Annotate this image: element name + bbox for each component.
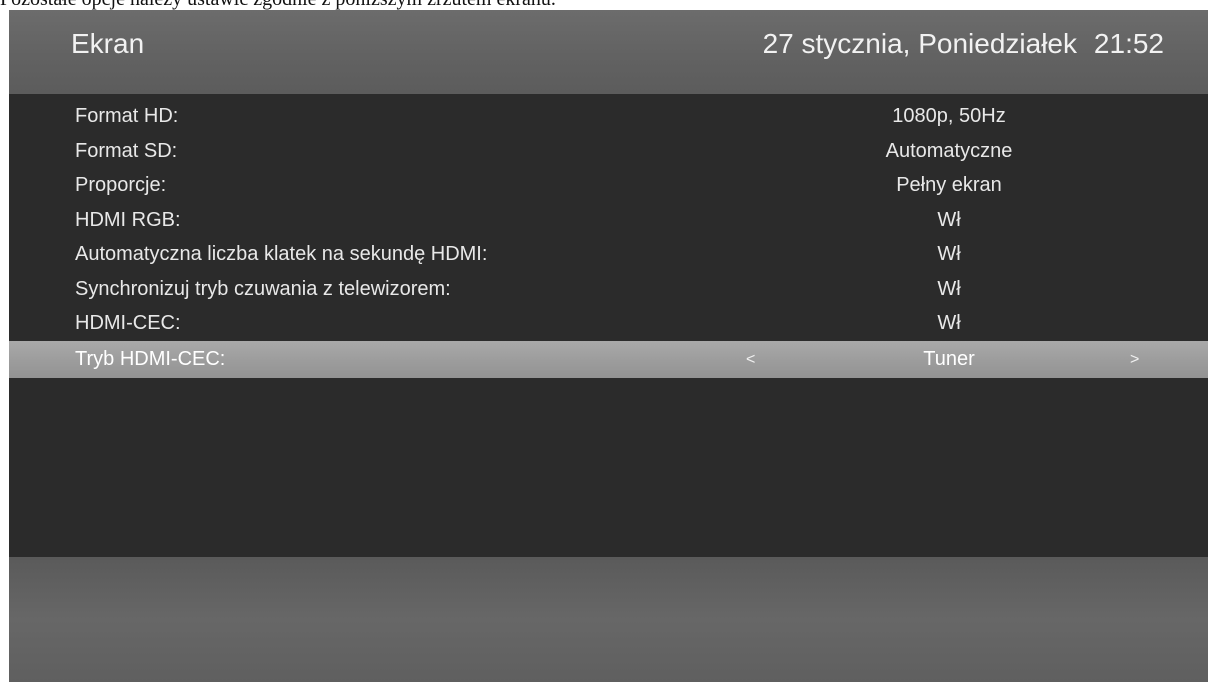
- setting-label: HDMI-CEC:: [75, 312, 181, 334]
- setting-row-hdmi-rgb[interactable]: HDMI RGB: Wł: [9, 203, 1208, 238]
- setting-row-hdmi-cec-mode[interactable]: Tryb HDMI-CEC: < Tuner >: [9, 340, 1208, 378]
- page-title: Ekran: [71, 28, 145, 59]
- setting-label: Tryb HDMI-CEC:: [75, 347, 226, 370]
- date-display: 27 stycznia, Poniedziałek: [762, 28, 1077, 59]
- setting-value: Wł: [937, 243, 961, 265]
- setting-value: Wł: [937, 277, 961, 300]
- setting-row-format-hd[interactable]: Format HD: 1080p, 50Hz: [9, 99, 1208, 134]
- setting-row-hdmi-cec[interactable]: HDMI-CEC: Wł: [9, 306, 1208, 341]
- setting-value: 1080p, 50Hz: [892, 105, 1006, 127]
- setting-label: HDMI RGB:: [75, 208, 181, 231]
- setting-label: Automatyczna liczba klatek na sekundę HD…: [75, 243, 488, 265]
- document-caption: Pozostałe opcje należy ustawić zgodnie z…: [0, 0, 1208, 10]
- setting-row-hdmi-auto-framerate[interactable]: Automatyczna liczba klatek na sekundę HD…: [9, 237, 1208, 272]
- setting-value: Automatyczne: [885, 139, 1013, 162]
- chevron-right-icon[interactable]: >: [1130, 341, 1139, 378]
- setting-label: Proporcje:: [75, 174, 167, 196]
- setting-row-format-sd[interactable]: Format SD: Automatyczne: [9, 134, 1208, 169]
- setting-row-aspect-ratio[interactable]: Proporcje: Pełny ekran: [9, 168, 1208, 203]
- setting-value: Wł: [937, 312, 961, 334]
- footer-bar: [9, 557, 1208, 682]
- tv-settings-screen: Ekran 27 stycznia, Poniedziałek 21:52 Fo…: [9, 10, 1208, 682]
- setting-label: Format SD:: [75, 139, 178, 162]
- setting-label: Synchronizuj tryb czuwania z telewizorem…: [75, 277, 451, 300]
- settings-list: Format HD: 1080p, 50Hz Format SD: Automa…: [9, 99, 1208, 378]
- clock-display: 21:52: [1093, 28, 1164, 59]
- setting-row-standby-sync[interactable]: Synchronizuj tryb czuwania z telewizorem…: [9, 272, 1208, 307]
- setting-label: Format HD:: [75, 105, 179, 127]
- setting-value: Tuner: [923, 347, 975, 370]
- setting-value: Pełny ekran: [896, 174, 1002, 196]
- setting-value: Wł: [937, 208, 961, 231]
- header-bar: Ekran 27 stycznia, Poniedziałek 21:52: [9, 10, 1208, 94]
